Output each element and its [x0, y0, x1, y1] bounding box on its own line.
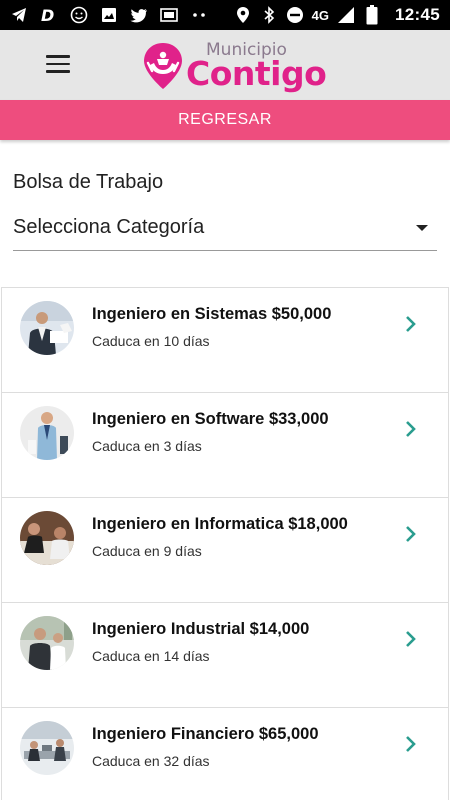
app-header: Municipio Contigo [0, 30, 450, 100]
back-button[interactable]: REGRESAR [0, 100, 450, 140]
job-expiry: Caduca en 3 días [92, 438, 202, 454]
logo-main-text: Contigo [186, 54, 327, 93]
job-list-item[interactable]: Ingeniero en Software $33,000 Caduca en … [1, 393, 449, 498]
job-title: Ingeniero Financiero $65,000 [92, 725, 319, 743]
job-avatar-image [20, 616, 74, 670]
status-right: 4G 12:45 [234, 5, 440, 25]
chevron-right-icon [406, 421, 416, 437]
job-list-item[interactable]: Ingeniero en Sistemas $50,000 Caduca en … [1, 288, 449, 393]
job-list-item[interactable]: Ingeniero en Informatica $18,000 Caduca … [1, 498, 449, 603]
job-title: Ingeniero Industrial $14,000 [92, 620, 310, 638]
job-avatar-image [20, 406, 74, 460]
job-expiry: Caduca en 10 días [92, 333, 210, 349]
battery-icon [363, 5, 381, 25]
job-expiry: Caduca en 32 días [92, 753, 210, 769]
menu-icon[interactable] [46, 55, 74, 77]
job-title: Ingeniero en Software $33,000 [92, 410, 329, 428]
do-not-disturb-icon [286, 6, 304, 24]
d-app-icon: D [40, 6, 58, 24]
job-avatar-image [20, 721, 74, 775]
chevron-right-icon [406, 736, 416, 752]
page-title: Bolsa de Trabajo [13, 171, 164, 193]
logo-pin-icon [144, 43, 182, 89]
job-expiry: Caduca en 9 días [92, 543, 202, 559]
status-left: D [10, 6, 234, 24]
category-dropdown-label: Selecciona Categoría [13, 216, 205, 238]
chevron-right-icon [406, 316, 416, 332]
more-dots-icon [190, 6, 208, 24]
emoji-icon [70, 6, 88, 24]
category-dropdown[interactable]: Selecciona Categoría [13, 205, 437, 251]
network-type-label: 4G [311, 7, 330, 23]
chevron-right-icon [406, 631, 416, 647]
bluetooth-icon [260, 6, 278, 24]
job-title: Ingeniero en Sistemas $50,000 [92, 305, 332, 323]
clock-time: 12:45 [395, 5, 440, 24]
svg-text:D: D [41, 7, 54, 23]
status-bar: D 4G 12:45 [0, 0, 450, 30]
image-icon [100, 6, 118, 24]
chevron-right-icon [406, 526, 416, 542]
municipio-contigo-logo: Municipio Contigo [142, 40, 327, 93]
location-icon [234, 6, 252, 24]
telegram-icon [10, 6, 28, 24]
twitter-icon [130, 6, 148, 24]
job-avatar-image [20, 301, 74, 355]
signal-icon [337, 6, 355, 24]
job-list: Ingeniero en Sistemas $50,000 Caduca en … [1, 287, 449, 800]
screen-icon [160, 6, 178, 24]
job-list-item[interactable]: Ingeniero Financiero $65,000 Caduca en 3… [1, 708, 449, 800]
dropdown-arrow-icon [416, 224, 428, 231]
logo-text: Municipio Contigo [186, 42, 327, 93]
job-title: Ingeniero en Informatica $18,000 [92, 515, 348, 533]
job-expiry: Caduca en 14 días [92, 648, 210, 664]
job-list-item[interactable]: Ingeniero Industrial $14,000 Caduca en 1… [1, 603, 449, 708]
job-avatar-image [20, 511, 74, 565]
